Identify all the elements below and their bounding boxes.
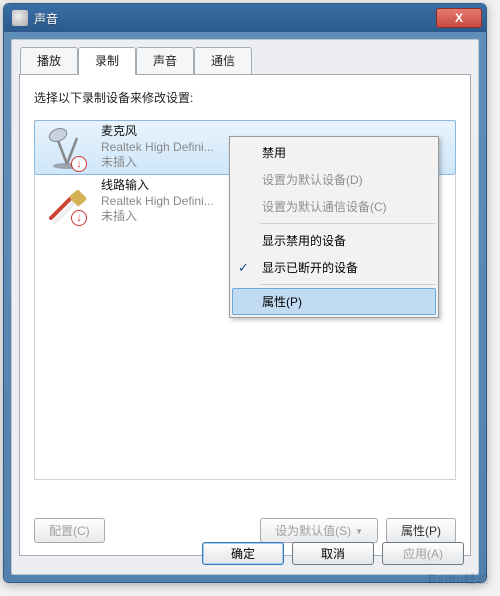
close-button[interactable]: X	[436, 8, 482, 28]
window-title: 声音	[34, 10, 436, 27]
set-default-button[interactable]: 设为默认值(S)▼	[260, 518, 378, 543]
device-driver: Realtek High Defini...	[101, 140, 214, 156]
tab-strip: 播放 录制 声音 通信	[12, 40, 478, 74]
instruction-text: 选择以下录制设备来修改设置:	[34, 89, 456, 106]
check-icon: ✓	[238, 260, 249, 276]
line-in-icon: ↓	[43, 178, 91, 226]
sound-dialog: 声音 X 播放 录制 声音 通信 选择以下录制设备来修改设置:	[3, 3, 487, 583]
menu-disable[interactable]: 禁用	[232, 139, 436, 166]
device-name: 线路输入	[101, 178, 214, 194]
app-icon	[12, 10, 28, 26]
chevron-down-icon: ▼	[355, 527, 363, 536]
tab-communication[interactable]: 通信	[194, 47, 252, 75]
device-name: 麦克风	[101, 124, 214, 140]
tab-recording[interactable]: 录制	[78, 47, 136, 75]
tab-sound[interactable]: 声音	[136, 47, 194, 75]
configure-button[interactable]: 配置(C)	[34, 518, 105, 543]
device-status: 未插入	[101, 155, 214, 171]
menu-properties[interactable]: 属性(P)	[232, 288, 436, 315]
tab-playback[interactable]: 播放	[20, 47, 78, 75]
device-status: 未插入	[101, 209, 214, 225]
menu-set-default-device[interactable]: 设置为默认设备(D)	[232, 166, 436, 193]
device-info: 麦克风 Realtek High Defini... 未插入	[101, 124, 214, 171]
dialog-buttons: 确定 取消 应用(A)	[202, 542, 464, 565]
device-driver: Realtek High Defini...	[101, 194, 214, 210]
context-menu: 禁用 设置为默认设备(D) 设置为默认通信设备(C) 显示禁用的设备 ✓ 显示已…	[229, 136, 439, 318]
menu-show-disabled[interactable]: 显示禁用的设备	[232, 227, 436, 254]
close-icon: X	[455, 11, 463, 25]
unplugged-badge-icon: ↓	[71, 210, 87, 226]
cancel-button[interactable]: 取消	[292, 542, 374, 565]
menu-show-disconnected[interactable]: ✓ 显示已断开的设备	[232, 254, 436, 281]
device-info: 线路输入 Realtek High Defini... 未插入	[101, 178, 214, 225]
watermark: Baidu经验	[428, 570, 490, 587]
menu-separator	[260, 223, 435, 224]
properties-button[interactable]: 属性(P)	[386, 518, 456, 543]
apply-button[interactable]: 应用(A)	[382, 542, 464, 565]
menu-set-default-comm[interactable]: 设置为默认通信设备(C)	[232, 193, 436, 220]
menu-separator	[260, 284, 435, 285]
titlebar[interactable]: 声音 X	[4, 4, 486, 32]
microphone-icon: ↓	[43, 124, 91, 172]
ok-button[interactable]: 确定	[202, 542, 284, 565]
unplugged-badge-icon: ↓	[71, 156, 87, 172]
panel-buttons: 配置(C) 设为默认值(S)▼ 属性(P)	[34, 518, 456, 543]
